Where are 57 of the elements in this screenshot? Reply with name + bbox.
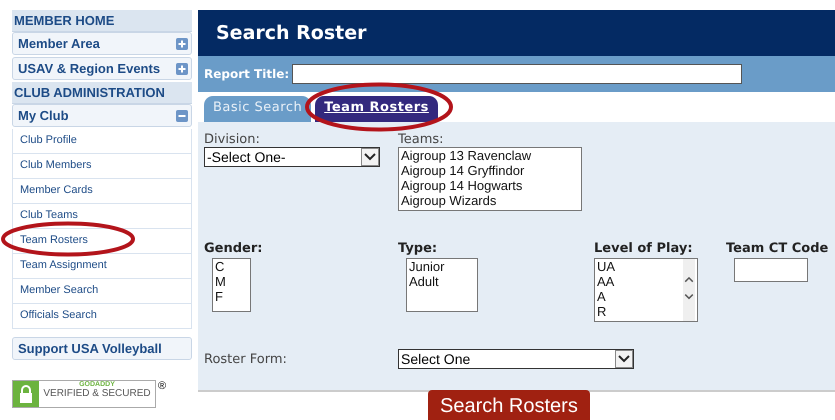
gender-label: Gender: — [204, 241, 264, 256]
list-option[interactable]: Adult — [409, 274, 475, 289]
sidebar-group[interactable]: Support USA Volleyball — [12, 337, 192, 360]
list-option[interactable]: A — [597, 289, 616, 304]
page-title: Search Roster — [216, 22, 366, 44]
sidebar-link[interactable]: Club Teams — [12, 204, 192, 229]
report-title-label: Report Title: — [204, 67, 290, 81]
registered-mark: ® — [158, 380, 166, 392]
caret-icon — [615, 350, 633, 368]
sidebar-link[interactable]: Member Cards — [12, 179, 192, 204]
scrollbar[interactable] — [681, 259, 697, 321]
team-ct-code-field[interactable] — [734, 258, 808, 282]
team-ct-code-label: Team CT Code — [726, 241, 828, 256]
sidebar-heading: CLUB ADMINISTRATION — [12, 82, 192, 104]
sidebar-group-label[interactable]: Member Area — [18, 36, 100, 51]
sidebar-link[interactable]: Club Profile — [12, 129, 192, 154]
sidebar-link[interactable]: Member Search — [12, 279, 192, 304]
tab[interactable]: Team Rosters — [315, 96, 438, 122]
caret-icon — [361, 148, 379, 166]
expand-icon[interactable] — [176, 38, 188, 50]
sidebar-group[interactable]: Member Area — [12, 32, 192, 55]
list-option[interactable]: AA — [597, 274, 616, 289]
teams-label: Teams: — [398, 132, 445, 147]
sidebar-link[interactable]: Officials Search — [12, 304, 192, 329]
list-option[interactable]: M — [215, 274, 248, 289]
sidebar-group-label[interactable]: My Club — [18, 108, 69, 123]
type-listbox[interactable]: Junior Adult — [406, 258, 478, 312]
gender-listbox[interactable]: C M F — [212, 258, 251, 312]
list-option[interactable]: Aigroup Wizards — [401, 193, 579, 208]
collapse-icon[interactable] — [176, 110, 188, 122]
roster-form-label: Roster Form: — [204, 352, 288, 366]
sidebar-group[interactable]: My Club — [12, 104, 192, 127]
list-option[interactable]: Aigroup 13 Ravenclaw — [401, 148, 579, 163]
sidebar-group-label[interactable]: Support USA Volleyball — [18, 341, 162, 356]
sidebar-group-label[interactable]: USAV & Region Events — [18, 61, 160, 76]
search-rosters-button[interactable]: Search Rosters — [428, 390, 590, 420]
division-dropdown[interactable]: -Select One- — [204, 147, 380, 167]
list-option[interactable]: F — [215, 289, 248, 304]
type-label: Type: — [398, 241, 438, 256]
list-option[interactable]: Aigroup 14 Gryffindor — [401, 163, 579, 178]
list-option[interactable]: Junior — [409, 259, 475, 274]
lock-icon — [13, 381, 39, 407]
sidebar-link[interactable]: Club Members — [12, 154, 192, 179]
sidebar-link[interactable]: Team Assignment — [12, 254, 192, 279]
expand-icon[interactable] — [176, 62, 188, 74]
sidebar-group[interactable]: USAV & Region Events — [12, 57, 192, 80]
list-option[interactable]: Aigroup 14 Hogwarts — [401, 178, 579, 193]
sidebar-heading: MEMBER HOME — [12, 10, 192, 32]
list-option[interactable]: R — [597, 304, 616, 319]
level-of-play-label: Level of Play: — [594, 241, 694, 256]
roster-form-dropdown[interactable]: Select One — [398, 349, 634, 369]
list-option[interactable]: UA — [597, 259, 616, 274]
level-of-play-listbox[interactable]: UA AA A R — [594, 258, 698, 322]
list-option[interactable]: C — [215, 259, 248, 274]
teams-listbox[interactable]: Aigroup 13 Ravenclaw Aigroup 14 Gryffindor Aigroup 14 Hogwarts Aigroup Wizards — [398, 147, 582, 211]
division-label: Division: — [204, 132, 261, 147]
report-title-field[interactable] — [292, 64, 742, 84]
